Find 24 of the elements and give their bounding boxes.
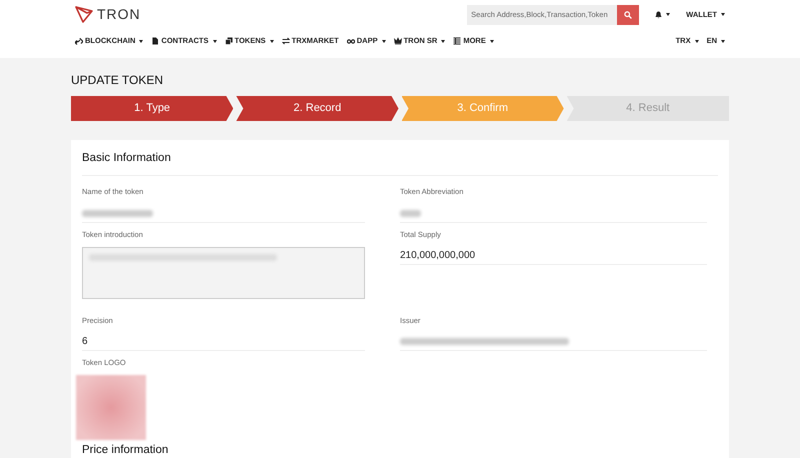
search-button[interactable] — [617, 4, 640, 24]
notification-button[interactable] — [655, 10, 670, 18]
section-title: Basic Information — [82, 150, 718, 176]
section-title: Price information — [82, 443, 170, 458]
page-title: UPDATE TOKEN — [71, 72, 164, 89]
field-value: 210,000,000,000 — [400, 246, 707, 265]
logo-text[interactable]: TRON — [97, 4, 141, 25]
list-icon — [453, 37, 462, 45]
link-icon — [75, 37, 83, 45]
logo-image — [76, 375, 146, 440]
logo-icon — [75, 6, 93, 23]
file-icon — [151, 37, 160, 45]
copy-icon — [224, 37, 233, 45]
blurred-value — [82, 210, 153, 216]
progress-step: 4. Result — [566, 96, 729, 121]
arrows-icon — [282, 37, 290, 45]
blurred-value — [400, 210, 422, 216]
progress-step: 1. Type — [71, 96, 234, 121]
progress-step: 2. Record — [236, 96, 398, 121]
progress-step: 3. Confirm — [402, 96, 564, 121]
glasses-icon — [346, 37, 355, 45]
field-value: 6 — [82, 333, 365, 351]
search-icon — [624, 10, 632, 18]
crown-icon — [394, 37, 402, 45]
